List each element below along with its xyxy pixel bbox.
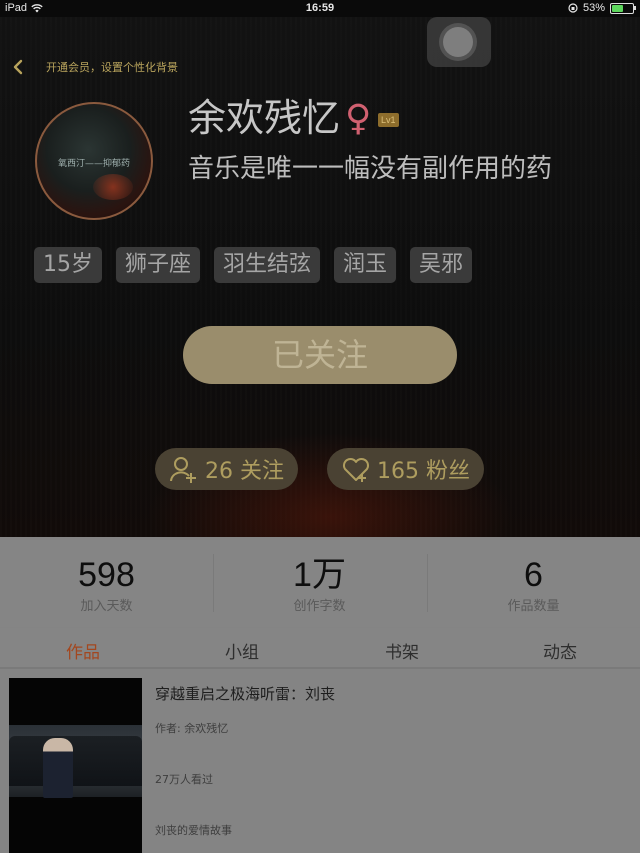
heart-icon <box>342 457 370 482</box>
status-right: 53% <box>568 2 636 14</box>
battery-percent: 53% <box>582 2 605 14</box>
book-author: 作者: 余欢残忆 <box>155 722 229 735</box>
cover-person <box>43 738 73 798</box>
tag[interactable]: 羽生结弦 <box>214 247 321 283</box>
avatar-text: 氧西汀——抑郁药 <box>57 159 130 169</box>
tag[interactable]: 15岁 <box>34 247 102 283</box>
stats-bar: 598 加入天数 1万 创作字数 6 作品数量 <box>0 537 640 627</box>
stat-value: 6 <box>524 556 543 594</box>
fans-count: 165 粉丝 <box>377 459 470 484</box>
tab-bookshelf[interactable]: 书架 <box>385 638 419 663</box>
cover-car <box>9 736 142 786</box>
tab-activity[interactable]: 动态 <box>543 638 577 663</box>
female-icon: ♀ <box>345 98 372 139</box>
level-badge: Lv1 <box>378 113 399 127</box>
fans-count-button[interactable]: 165 粉丝 <box>327 448 484 490</box>
status-bar: iPad 16:59 53% <box>0 0 640 17</box>
book-title[interactable]: 穿越重启之极海听雷：刘丧 <box>155 683 335 704</box>
followed-button[interactable]: 已关注 <box>183 326 457 384</box>
tag[interactable]: 狮子座 <box>116 247 201 283</box>
book-views: 27万人看过 <box>155 773 213 786</box>
tab-bar: 作品 小组 书架 动态 <box>0 628 640 668</box>
vip-background-link[interactable]: 开通会员，设置个性化背景 <box>46 59 178 75</box>
book-cover[interactable] <box>9 678 142 853</box>
tag[interactable]: 润玉 <box>334 247 397 283</box>
stat-label: 加入天数 <box>80 599 133 614</box>
following-count: 26 关注 <box>205 459 284 484</box>
profile-header: 开通会员，设置个性化背景 氧西汀——抑郁药 余欢残忆 ♀ Lv1 音乐是唯一一幅… <box>0 17 640 537</box>
battery-icon <box>610 2 636 14</box>
book-description: 刘丧的爱情故事 <box>155 824 232 837</box>
signature: 音乐是唯一一幅没有副作用的药 <box>188 154 553 184</box>
avatar-ember <box>93 174 133 200</box>
tab-groups[interactable]: 小组 <box>225 638 259 663</box>
following-count-button[interactable]: 26 关注 <box>155 448 298 490</box>
stat-label: 作品数量 <box>507 599 560 614</box>
assistive-touch-icon <box>443 27 473 57</box>
stat-works-count: 6 作品数量 <box>427 537 640 614</box>
status-time: 16:59 <box>305 2 335 14</box>
book-list-item[interactable]: 穿越重启之极海听雷：刘丧 作者: 余欢残忆 27万人看过 刘丧的爱情故事 <box>0 669 640 853</box>
tag-list: 15岁 狮子座 羽生结弦 润玉 吴邪 <box>34 247 473 283</box>
tag[interactable]: 吴邪 <box>410 247 473 283</box>
avatar[interactable]: 氧西汀——抑郁药 <box>35 102 153 220</box>
stat-join-days: 598 加入天数 <box>0 537 213 614</box>
add-user-icon <box>170 457 196 483</box>
tab-works[interactable]: 作品 <box>66 638 100 663</box>
stat-value: 598 <box>78 556 135 594</box>
stat-label: 创作字数 <box>293 599 346 614</box>
stat-word-count: 1万 创作字数 <box>213 537 426 614</box>
chevron-left-icon[interactable] <box>10 59 26 75</box>
assistive-touch-button[interactable] <box>427 17 491 67</box>
stat-value: 1万 <box>293 556 346 594</box>
username: 余欢残忆 <box>188 96 341 140</box>
rotation-lock-icon <box>568 3 578 13</box>
battery-fill <box>612 4 623 12</box>
